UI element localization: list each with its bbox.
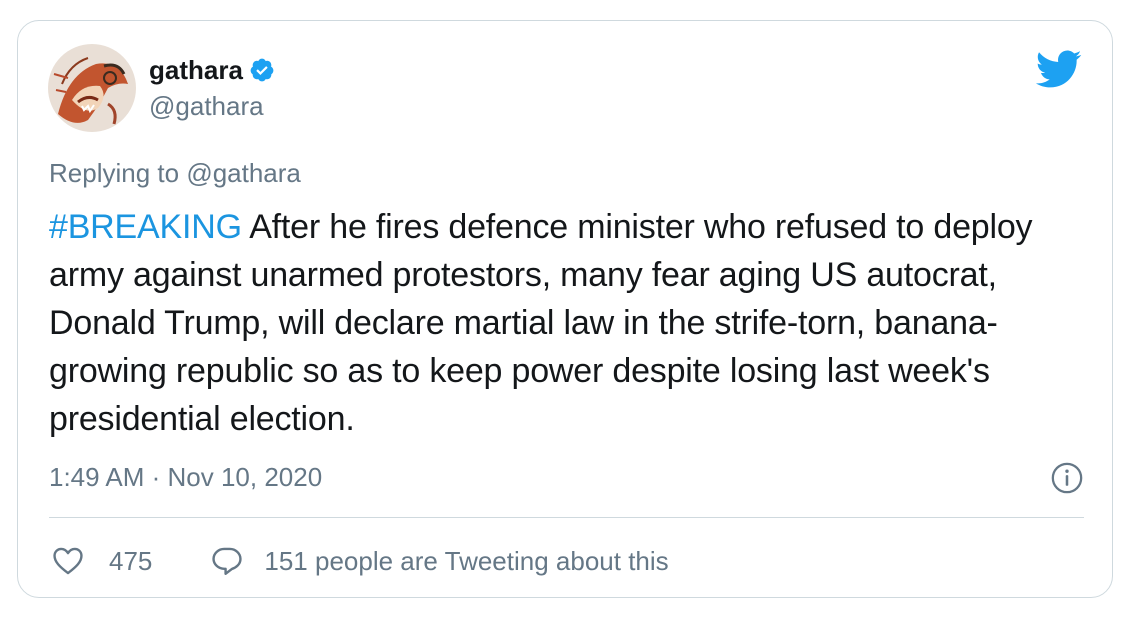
tweet-body: #BREAKING After he fires defence ministe… bbox=[49, 203, 1089, 443]
twitter-bird-icon[interactable] bbox=[1034, 49, 1082, 89]
tweet-card[interactable]: gathara @gathara Replying to @gathara #B… bbox=[17, 20, 1113, 598]
tweet-actions-bar: 475 151 people are Tweeting about this bbox=[51, 541, 669, 581]
like-count: 475 bbox=[109, 546, 153, 576]
replying-to-prefix: Replying to bbox=[49, 158, 180, 188]
info-icon[interactable] bbox=[1050, 461, 1084, 495]
conversation-button[interactable]: 151 people are Tweeting about this bbox=[210, 544, 669, 578]
conversation-label: 151 people are Tweeting about this bbox=[264, 546, 669, 576]
avatar[interactable] bbox=[48, 44, 136, 132]
speech-bubble-icon bbox=[212, 547, 243, 575]
author-display-name[interactable]: gathara bbox=[149, 55, 243, 85]
heart-icon bbox=[53, 547, 83, 575]
author-handle[interactable]: @gathara bbox=[149, 91, 264, 121]
divider bbox=[49, 517, 1084, 518]
replying-to-line: Replying to @gathara bbox=[49, 157, 301, 189]
replying-to-handle-link[interactable]: @gathara bbox=[186, 158, 301, 188]
hashtag-link[interactable]: #BREAKING bbox=[49, 208, 242, 246]
verified-badge-icon bbox=[249, 57, 275, 83]
tweet-timestamp-link[interactable]: 1:49 AM · Nov 10, 2020 bbox=[49, 461, 322, 493]
author-name-row[interactable]: gathara bbox=[149, 55, 275, 85]
like-button[interactable]: 475 bbox=[51, 544, 152, 578]
